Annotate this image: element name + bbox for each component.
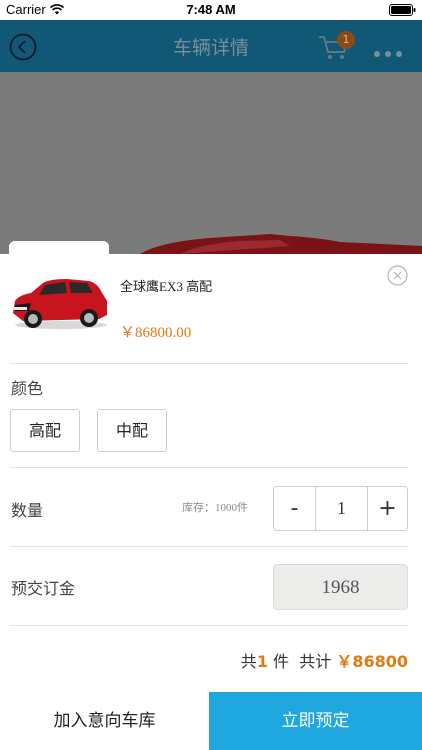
quantity-section-label: 数量 — [11, 501, 44, 520]
deposit-amount-field: 1968 — [273, 564, 408, 610]
hero-image-backdrop — [0, 72, 422, 252]
order-summary: 共1 件 共计 ￥86800 — [241, 648, 408, 672]
color-section-label: 颜色 — [11, 379, 44, 398]
stock-label: 库存：1000件 — [182, 502, 248, 514]
divider — [10, 625, 408, 626]
hero-car-image — [140, 234, 422, 254]
summary-total-label: 共计 — [299, 652, 332, 671]
product-thumbnail — [9, 241, 109, 341]
divider — [10, 546, 408, 547]
summary-total: ￥86800 — [336, 652, 408, 671]
divider — [10, 467, 408, 468]
close-icon[interactable] — [387, 265, 408, 286]
deposit-section-label: 预交订金 — [11, 579, 76, 598]
status-bar: Carrier 7:48 AM — [0, 0, 422, 20]
divider — [10, 363, 408, 364]
quantity-stepper: - 1 + — [273, 486, 408, 531]
more-icon[interactable] — [374, 42, 410, 57]
product-price: ￥86800.00 — [120, 325, 192, 341]
red-suv-image — [9, 241, 109, 341]
option-high-config[interactable]: 高配 — [10, 409, 80, 452]
product-name: 全球鹰EX3 高配 — [120, 279, 213, 294]
clock: 7:48 AM — [186, 2, 236, 17]
nav-bar: 车辆详情 1 — [0, 20, 422, 72]
summary-unit: 件 — [267, 652, 290, 671]
summary-count: 1 — [256, 652, 268, 671]
cart-badge: 1 — [337, 31, 355, 49]
quantity-field[interactable]: 1 — [315, 487, 368, 530]
summary-prefix: 共 — [240, 652, 257, 671]
increment-button[interactable]: + — [368, 487, 407, 530]
option-mid-config[interactable]: 中配 — [97, 409, 167, 452]
add-to-garage-button[interactable]: 加入意向车库 — [0, 692, 209, 750]
reserve-now-button[interactable]: 立即预定 — [209, 692, 422, 750]
battery-icon — [389, 4, 416, 16]
decrement-button[interactable]: - — [274, 487, 315, 530]
page-title: 车辆详情 — [172, 37, 249, 59]
